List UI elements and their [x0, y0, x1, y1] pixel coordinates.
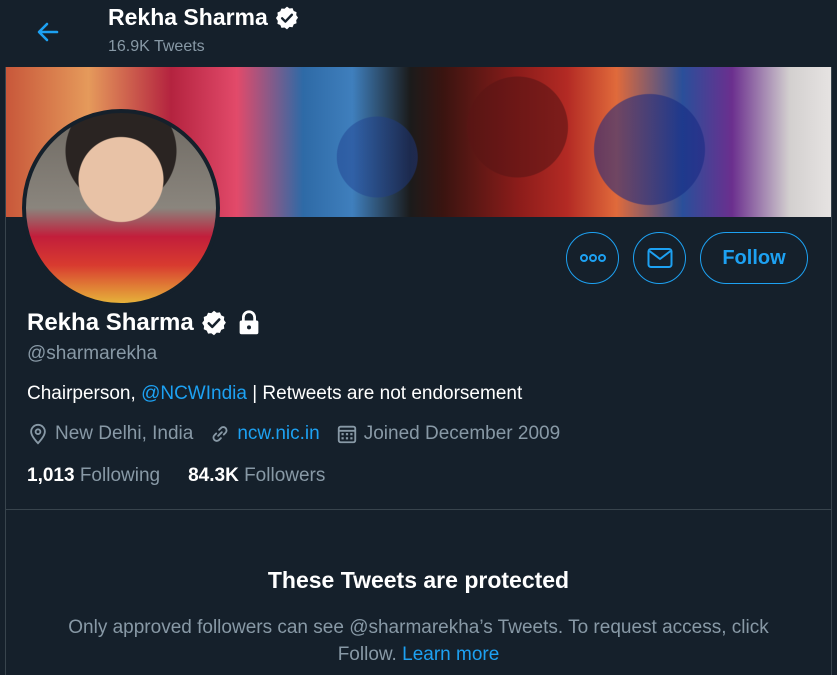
- location-icon: [30, 423, 46, 445]
- profile-stats: 1,013 Following 84.3K Followers: [27, 465, 325, 487]
- protected-title: These Tweets are protected: [267, 567, 570, 593]
- profile-meta: New Delhi, India ncw.nic.in Joined Decem…: [27, 423, 576, 445]
- joined-item: Joined December 2009: [336, 423, 560, 445]
- profile-header: Rekha Sharma 16.9K Tweets: [0, 0, 837, 67]
- following-label: Following: [79, 465, 161, 486]
- profile-name-row: Rekha Sharma: [27, 308, 264, 338]
- website-link[interactable]: ncw.nic.in: [237, 423, 319, 445]
- lock-icon: [239, 310, 259, 335]
- bio-suffix: | Retweets are not endorsement: [246, 383, 523, 404]
- verified-badge-icon: [201, 310, 226, 336]
- profile-handle: @sharmarekha: [27, 343, 158, 364]
- header-name: Rekha Sharma: [108, 4, 268, 30]
- following-count: 1,013: [27, 465, 75, 486]
- mail-icon: [647, 248, 672, 268]
- bio-mention-link[interactable]: @NCWIndia: [141, 383, 247, 404]
- profile-name: Rekha Sharma: [27, 309, 194, 336]
- website-item: ncw.nic.in: [209, 423, 320, 445]
- location-text: New Delhi, India: [55, 423, 194, 444]
- header-tweet-count: 16.9K Tweets: [108, 38, 205, 55]
- profile-bio: Chairperson, @NCWIndia | Retweets are no…: [27, 383, 522, 405]
- message-button[interactable]: [633, 232, 686, 284]
- more-button[interactable]: [566, 232, 619, 284]
- followers-link[interactable]: 84.3K Followers: [188, 465, 325, 487]
- avatar[interactable]: [22, 109, 220, 307]
- followers-label: Followers: [244, 465, 326, 486]
- header-name-row: Rekha Sharma: [108, 4, 300, 31]
- verified-badge-icon: [275, 6, 298, 29]
- learn-more-link[interactable]: Learn more: [402, 644, 499, 665]
- link-icon: [212, 426, 228, 442]
- followers-count: 84.3K: [188, 465, 239, 486]
- joined-text: Joined December 2009: [363, 423, 561, 444]
- protected-description: Only approved followers can see @sharmar…: [40, 614, 797, 668]
- location-item: New Delhi, India: [27, 423, 193, 445]
- back-button[interactable]: [30, 14, 66, 50]
- following-link[interactable]: 1,013 Following: [27, 465, 160, 487]
- more-icon: [579, 254, 606, 262]
- bio-prefix: Chairperson,: [27, 383, 142, 404]
- back-arrow-icon[interactable]: [30, 14, 66, 50]
- follow-button[interactable]: Follow: [700, 232, 808, 284]
- calendar-icon: [337, 425, 356, 444]
- divider: [6, 509, 831, 510]
